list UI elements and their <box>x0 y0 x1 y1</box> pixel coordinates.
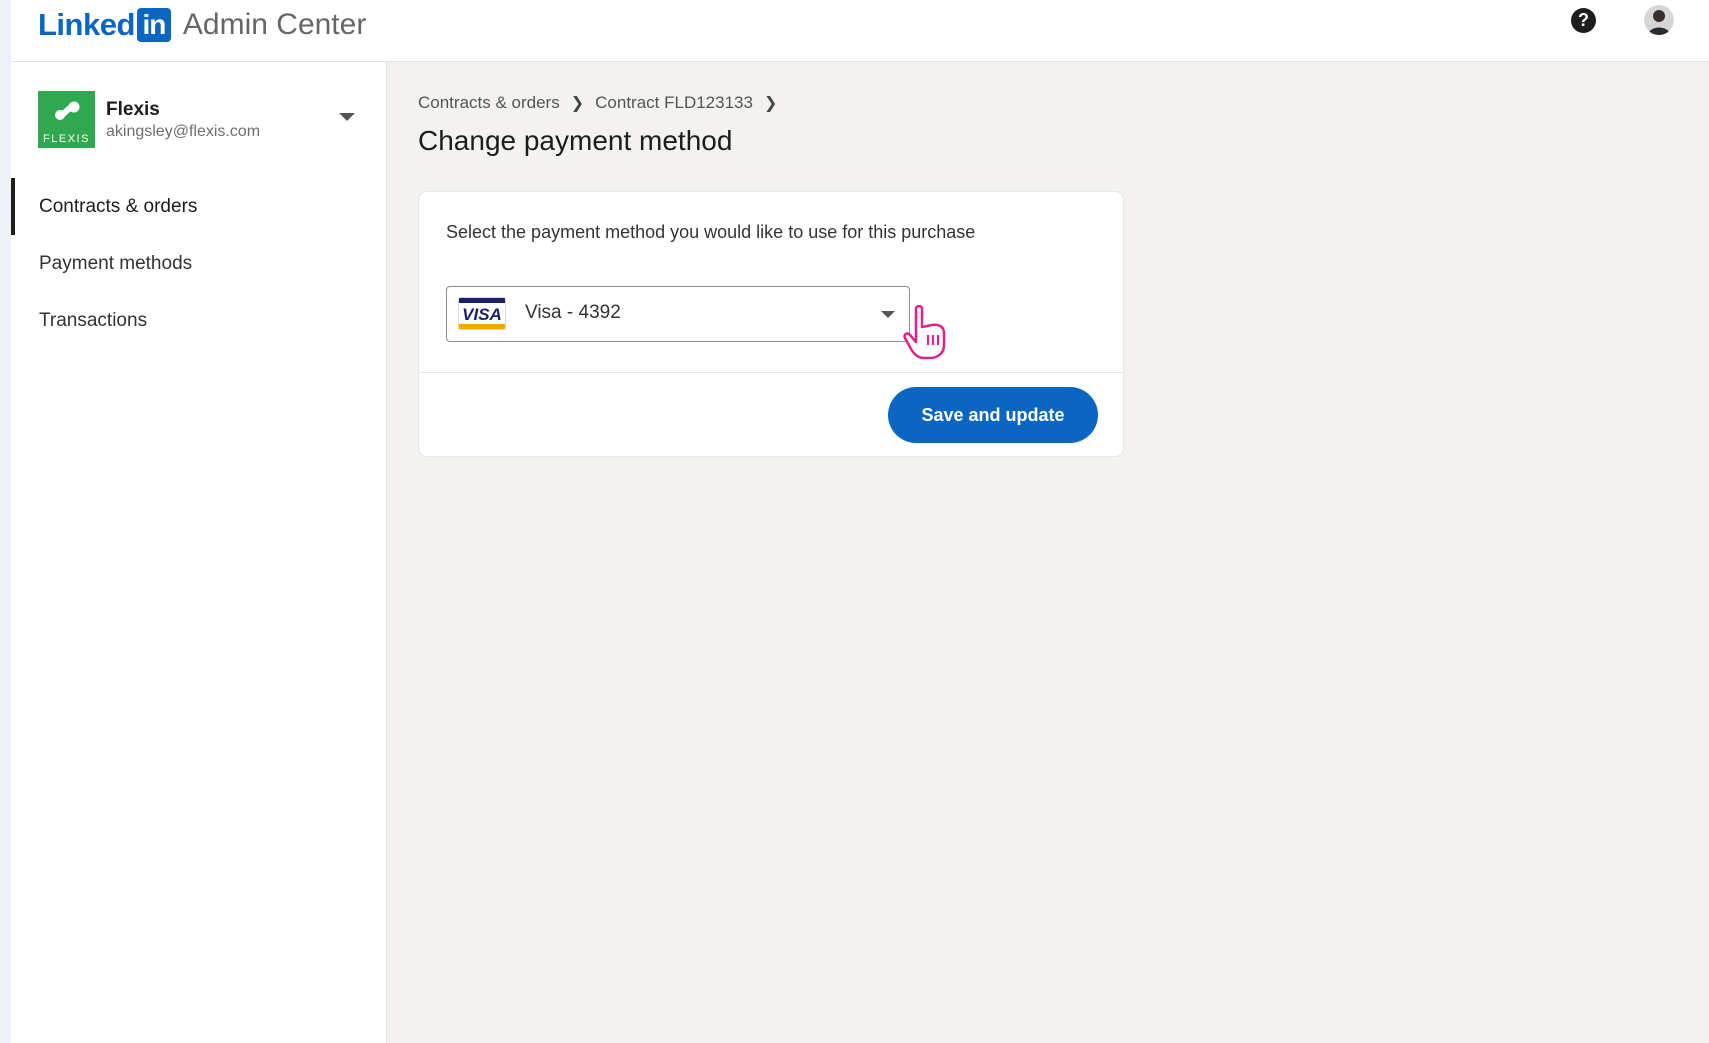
chevron-down-icon[interactable] <box>339 113 355 121</box>
page-title: Change payment method <box>418 125 733 156</box>
main-content: Contracts & orders ❯ Contract FLD123133 … <box>387 62 1709 1043</box>
selected-payment-method: Visa - 4392 <box>525 302 621 323</box>
visa-card-icon: VISA <box>458 297 506 330</box>
visa-band-top <box>459 298 505 303</box>
breadcrumb-contract[interactable]: Contract FLD123133 <box>595 93 753 113</box>
user-avatar[interactable] <box>1644 5 1674 35</box>
product-name: Admin Center <box>182 8 367 41</box>
brand-word: Linked <box>38 7 135 42</box>
visa-brand-text: VISA <box>462 305 502 324</box>
payment-method-select[interactable]: VISA Visa - 4392 <box>446 286 910 342</box>
org-logo-text: FLEXIS <box>43 133 90 145</box>
person-icon <box>1644 5 1674 35</box>
chevron-right-icon: ❯ <box>570 95 585 112</box>
org-switcher[interactable]: FLEXIS Flexis akingsley@flexis.com <box>38 91 368 149</box>
org-email: akingsley@flexis.com <box>106 123 261 140</box>
sidebar-nav: Contracts & orders Payment methods Trans… <box>11 178 386 349</box>
sidebar-item-payment-methods[interactable]: Payment methods <box>11 235 386 292</box>
top-header: Linked in Admin Center ? <box>11 0 1709 62</box>
linkedin-logo[interactable]: Linked in Admin Center <box>38 4 366 46</box>
payment-method-card: Select the payment method you would like… <box>419 192 1123 456</box>
visa-band-bottom <box>459 324 505 329</box>
sidebar-item-contracts-orders[interactable]: Contracts & orders <box>11 178 386 235</box>
sidebar: FLEXIS Flexis akingsley@flexis.com Contr… <box>11 62 387 1043</box>
save-and-update-button[interactable]: Save and update <box>888 387 1098 443</box>
question-circle-icon[interactable]: ? <box>1571 8 1596 33</box>
window-left-edge <box>0 0 11 1043</box>
breadcrumb-contracts-orders[interactable]: Contracts & orders <box>418 93 560 113</box>
org-logo: FLEXIS <box>38 91 95 148</box>
chevron-down-icon[interactable] <box>881 311 895 318</box>
payment-instruction: Select the payment method you would like… <box>446 222 976 242</box>
org-name: Flexis <box>106 99 160 120</box>
breadcrumb: Contracts & orders ❯ Contract FLD123133 … <box>418 93 788 113</box>
card-divider <box>419 372 1123 373</box>
chevron-right-icon: ❯ <box>763 95 778 112</box>
sidebar-item-transactions[interactable]: Transactions <box>11 292 386 349</box>
brand-in-box: in <box>136 8 171 42</box>
